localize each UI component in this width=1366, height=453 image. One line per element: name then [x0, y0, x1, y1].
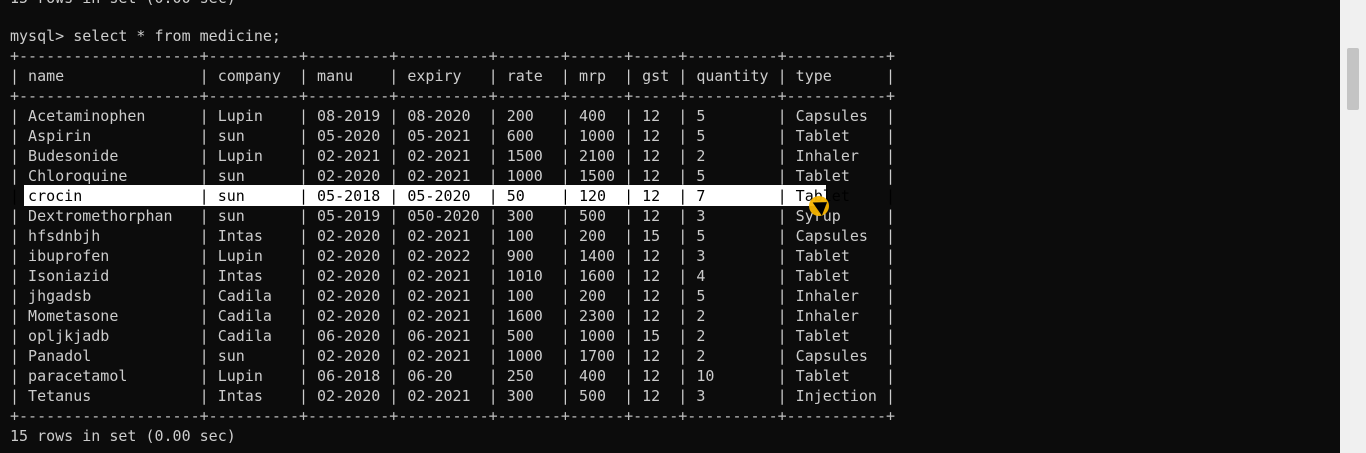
table-row: | Mometasone | Cadila | 02-2020 | 02-202… — [10, 307, 896, 325]
table-row: | Isoniazid | Intas | 02-2020 | 02-2021 … — [10, 267, 896, 285]
table-row: | Chloroquine | sun | 02-2020 | 02-2021 … — [10, 167, 896, 185]
table-header-row: | name | company | manu | expiry | rate … — [10, 67, 896, 85]
rows-in-set-line: 15 rows in set (0.00 sec) — [10, 427, 236, 445]
table-row: | Dextromethorphan | sun | 05-2019 | 050… — [10, 207, 896, 225]
table-row: | Panadol | sun | 02-2020 | 02-2021 | 10… — [10, 347, 896, 365]
table-border-top: +--------------------+----------+-------… — [10, 47, 896, 65]
mysql-console[interactable]: 15 rows in set (0.00 sec) mysql> select … — [0, 0, 1340, 453]
table-row: | jhgadsb | Cadila | 02-2020 | 02-2021 |… — [10, 287, 896, 305]
table-row: | Aspirin | sun | 05-2020 | 05-2021 | 60… — [10, 127, 896, 145]
table-row: | Tetanus | Intas | 02-2020 | 02-2021 | … — [10, 387, 896, 405]
table-border-bottom: +--------------------+----------+-------… — [10, 407, 896, 425]
table-row: | opljkjadb | Cadila | 06-2020 | 06-2021… — [10, 327, 896, 345]
table-row: | hfsdnbjh | Intas | 02-2020 | 02-2021 |… — [10, 227, 896, 245]
table-row: | paracetamol | Lupin | 06-2018 | 06-20 … — [10, 367, 896, 385]
table-row: | crocin | sun | 05-2018 | 05-2020 | 50 … — [10, 187, 896, 205]
sql-prompt-line: mysql> select * from medicine; — [10, 27, 281, 45]
previous-result-line: 15 rows in set (0.00 sec) — [10, 0, 236, 8]
scrollbar-thumb[interactable] — [1347, 48, 1359, 110]
table-row: | ibuprofen | Lupin | 02-2020 | 02-2022 … — [10, 247, 896, 265]
table-border-header: +--------------------+----------+-------… — [10, 87, 896, 105]
table-row: | Acetaminophen | Lupin | 08-2019 | 08-2… — [10, 107, 896, 125]
vertical-scrollbar[interactable] — [1340, 0, 1366, 453]
table-row: | Budesonide | Lupin | 02-2021 | 02-2021… — [10, 147, 896, 165]
